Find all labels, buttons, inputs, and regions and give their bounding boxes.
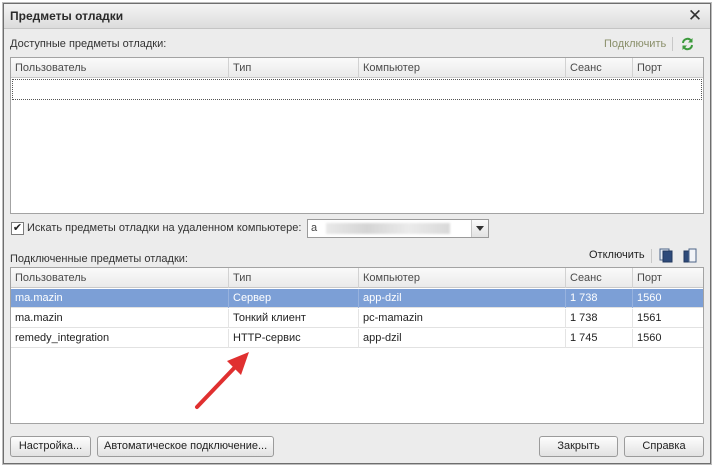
connect-button[interactable]: Подключить (604, 38, 666, 50)
disconnect-button[interactable]: Отключить (589, 249, 645, 261)
red-arrow-annotation (195, 352, 249, 409)
remote-computer-combo[interactable]: a (307, 219, 489, 238)
window-title: Предметы отладки (10, 9, 124, 23)
column-header-computer[interactable]: Компьютер (359, 268, 566, 288)
column-header-user[interactable]: Пользователь (11, 268, 229, 288)
cell-type: Тонкий клиент (229, 309, 359, 328)
table-row[interactable]: ma.mazin Сервер app-dzil 1 738 1560 (11, 289, 703, 308)
help-button[interactable]: Справка (624, 436, 704, 457)
column-header-session[interactable]: Сеанс (566, 268, 633, 288)
cell-user: remedy_integration (11, 329, 229, 348)
column-header-type[interactable]: Тип (229, 58, 359, 78)
table-header: Пользователь Тип Компьютер Сеанс Порт (11, 268, 703, 288)
cell-type: HTTP-сервис (229, 329, 359, 348)
chevron-down-icon[interactable] (471, 220, 488, 237)
remote-computer-value: a (311, 222, 318, 234)
column-header-session[interactable]: Сеанс (566, 58, 633, 78)
cell-user: ma.mazin (11, 289, 229, 308)
connected-items-label: Подключенные предметы отладки: (10, 253, 188, 265)
column-header-type[interactable]: Тип (229, 268, 359, 288)
cell-port: 1560 (637, 332, 662, 344)
cell-session: 1 738 (566, 289, 633, 308)
cell-port: 1561 (637, 312, 662, 324)
copy-icon[interactable] (659, 248, 673, 263)
column-header-port[interactable]: Порт (633, 58, 703, 78)
title-bar: Предметы отладки ✕ (4, 4, 710, 29)
refresh-icon[interactable] (680, 37, 695, 51)
auto-connect-button[interactable]: Автоматическое подключение... (97, 436, 274, 457)
search-remote-checkbox[interactable]: ✔ (11, 222, 24, 235)
table-row[interactable]: ma.mazin Тонкий клиент pc-mamazin 1 738 … (11, 309, 703, 328)
table-row[interactable]: remedy_integration HTTP-сервис app-dzil … (11, 329, 703, 348)
available-items-label: Доступные предметы отладки: (10, 38, 167, 50)
column-header-computer[interactable]: Компьютер (359, 58, 566, 78)
cell-computer: app-dzil (359, 289, 566, 308)
cell-port: 1560 (637, 292, 662, 304)
column-header-user[interactable]: Пользователь (11, 58, 229, 78)
cell-session: 1 738 (566, 309, 633, 328)
copy-alt-icon[interactable] (683, 248, 697, 263)
cell-computer: app-dzil (359, 329, 566, 348)
cell-session: 1 745 (566, 329, 633, 348)
table-header: Пользователь Тип Компьютер Сеанс Порт (11, 58, 703, 78)
search-remote-label: Искать предметы отладки на удаленном ком… (27, 222, 302, 234)
available-items-table[interactable]: Пользователь Тип Компьютер Сеанс Порт (10, 57, 704, 214)
empty-row-focus (12, 79, 702, 100)
toolbar-divider (672, 37, 673, 51)
close-icon[interactable]: ✕ (686, 7, 704, 25)
redacted-value (326, 223, 450, 234)
cell-type: Сервер (229, 289, 359, 308)
cell-computer: pc-mamazin (359, 309, 566, 328)
close-button[interactable]: Закрыть (539, 436, 618, 457)
toolbar-divider (651, 249, 652, 263)
connected-items-table[interactable]: Пользователь Тип Компьютер Сеанс Порт ma… (10, 267, 704, 424)
cell-user: ma.mazin (11, 309, 229, 328)
column-header-port[interactable]: Порт (633, 268, 703, 288)
settings-button[interactable]: Настройка... (10, 436, 91, 457)
debug-items-window: Предметы отладки ✕ Доступные предметы от… (3, 3, 711, 464)
